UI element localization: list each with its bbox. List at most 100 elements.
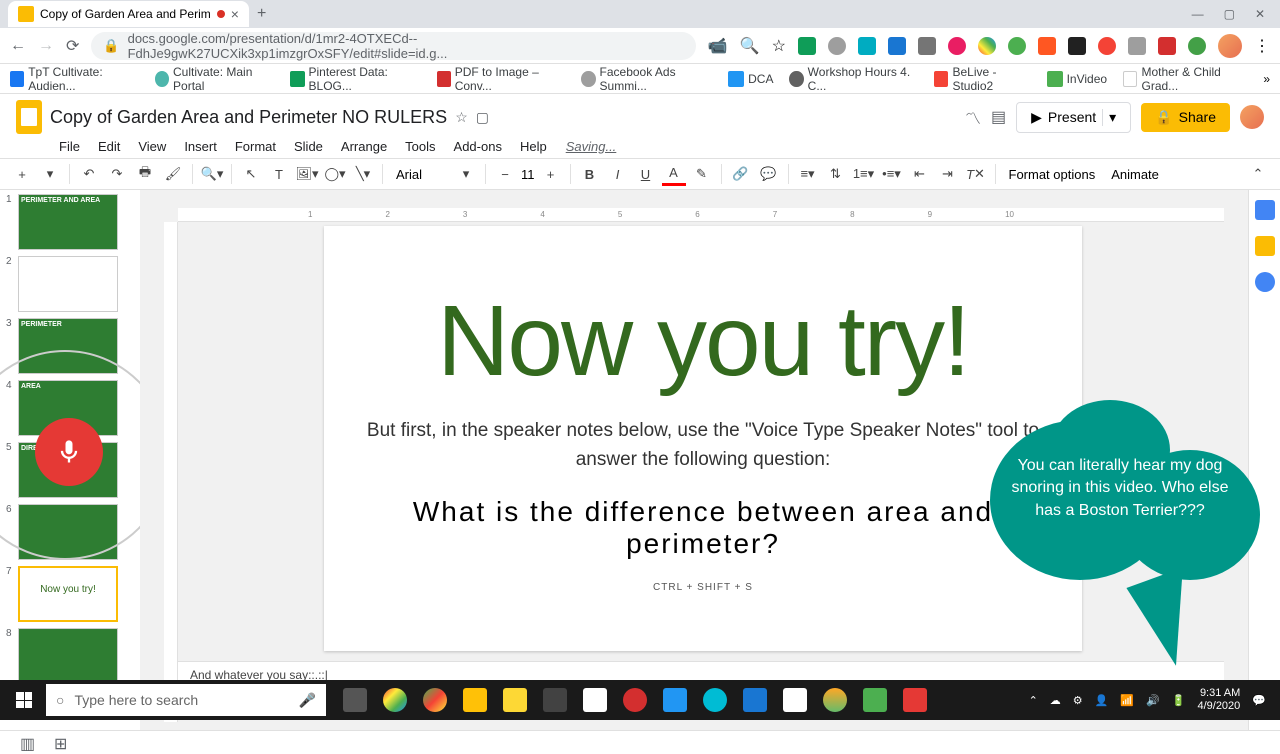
minimize-icon[interactable]: — xyxy=(1192,7,1204,21)
profile-avatar[interactable] xyxy=(1218,34,1242,58)
taskbar-app[interactable] xyxy=(816,684,854,716)
close-window-icon[interactable]: ✕ xyxy=(1255,7,1265,21)
forward-icon[interactable]: → xyxy=(38,37,54,55)
battery-icon[interactable]: 🔋 xyxy=(1172,694,1186,707)
bullet-list-button[interactable]: •≡▾ xyxy=(880,162,904,186)
ext-icon[interactable] xyxy=(798,37,816,55)
bookmark-item[interactable]: Facebook Ads Summi... xyxy=(581,65,712,93)
bookmark-item[interactable]: Pinterest Data: BLOG... xyxy=(290,65,420,93)
new-tab-button[interactable]: + xyxy=(257,5,266,23)
comment-button[interactable]: 💬 xyxy=(757,162,781,186)
taskbar-app[interactable] xyxy=(416,684,454,716)
taskbar-app[interactable] xyxy=(776,684,814,716)
animate-button[interactable]: Animate xyxy=(1105,167,1165,182)
bookmark-item[interactable]: Mother & Child Grad... xyxy=(1123,65,1247,93)
browser-tab[interactable]: Copy of Garden Area and Perim × xyxy=(8,1,249,27)
bookmarks-overflow-icon[interactable]: » xyxy=(1263,72,1270,86)
taskbar-app[interactable] xyxy=(656,684,694,716)
menu-tools[interactable]: Tools xyxy=(398,137,442,156)
ext-icon[interactable] xyxy=(948,37,966,55)
notifications-icon[interactable]: 💬 xyxy=(1252,694,1266,707)
slide-thumb[interactable]: 6 xyxy=(6,504,134,560)
clock[interactable]: 9:31 AM 4/9/2020 xyxy=(1197,687,1240,713)
select-tool[interactable]: ↖ xyxy=(239,162,263,186)
chevron-down-icon[interactable]: ▾ xyxy=(454,162,478,186)
star-icon[interactable]: ☆ xyxy=(455,109,468,126)
text-color-button[interactable]: A xyxy=(662,162,686,186)
url-field[interactable]: 🔒 docs.google.com/presentation/d/1mr2-4O… xyxy=(91,32,695,60)
bookmark-item[interactable]: Cultivate: Main Portal xyxy=(155,65,274,93)
chevron-down-icon[interactable]: ▾ xyxy=(1102,109,1116,126)
ext-icon[interactable] xyxy=(1128,37,1146,55)
activity-icon[interactable]: 〽 xyxy=(965,105,981,129)
document-title[interactable]: Copy of Garden Area and Perimeter NO RUL… xyxy=(50,107,447,128)
taskbar-app[interactable] xyxy=(496,684,534,716)
menu-file[interactable]: File xyxy=(52,137,87,156)
tray-icon[interactable]: ⚙ xyxy=(1073,694,1083,707)
slide-thumb[interactable]: 8 xyxy=(6,628,134,684)
star-icon[interactable]: ☆ xyxy=(772,36,786,56)
volume-icon[interactable]: 🔊 xyxy=(1146,694,1160,707)
taskbar-search[interactable]: ○ Type here to search 🎤 xyxy=(46,684,326,716)
underline-button[interactable]: U xyxy=(634,162,658,186)
move-icon[interactable]: ▢ xyxy=(476,109,489,126)
ext-icon[interactable] xyxy=(1068,37,1086,55)
ext-icon[interactable] xyxy=(978,37,996,55)
taskbar-app[interactable] xyxy=(736,684,774,716)
ext-icon[interactable] xyxy=(828,37,846,55)
bookmark-item[interactable]: TpT Cultivate: Audien... xyxy=(10,65,139,93)
menu-format[interactable]: Format xyxy=(228,137,283,156)
font-size-increase[interactable]: + xyxy=(539,162,563,186)
zoom-icon[interactable]: 🔍 xyxy=(740,36,760,56)
reload-icon[interactable]: ⟳ xyxy=(66,36,79,56)
bookmark-item[interactable]: InVideo xyxy=(1047,71,1107,87)
taskbar-app[interactable] xyxy=(576,684,614,716)
ext-icon[interactable] xyxy=(1008,37,1026,55)
redo-button[interactable]: ↷ xyxy=(105,162,129,186)
slides-logo-icon[interactable] xyxy=(16,100,42,134)
share-button[interactable]: 🔒 Share xyxy=(1141,103,1230,132)
bookmark-item[interactable]: PDF to Image – Conv... xyxy=(437,65,566,93)
task-view-button[interactable] xyxy=(336,684,374,716)
ext-icon[interactable] xyxy=(918,37,936,55)
line-spacing-button[interactable]: ⇅ xyxy=(824,162,848,186)
ext-icon[interactable] xyxy=(858,37,876,55)
bold-button[interactable]: B xyxy=(578,162,602,186)
maximize-icon[interactable]: ▢ xyxy=(1224,7,1235,21)
filmstrip-view-icon[interactable]: ▥ xyxy=(20,734,34,748)
back-icon[interactable]: ← xyxy=(10,37,26,55)
tasks-icon[interactable] xyxy=(1255,272,1275,292)
voice-type-mic-button[interactable] xyxy=(35,418,103,486)
menu-edit[interactable]: Edit xyxy=(91,137,127,156)
ext-icon[interactable] xyxy=(1158,37,1176,55)
taskbar-app[interactable] xyxy=(856,684,894,716)
shape-button[interactable]: ◯▾ xyxy=(323,162,347,186)
people-icon[interactable]: 👤 xyxy=(1095,694,1109,707)
present-button[interactable]: ▶ Present ▾ xyxy=(1016,102,1131,133)
taskbar-app[interactable] xyxy=(376,684,414,716)
menu-insert[interactable]: Insert xyxy=(177,137,224,156)
mic-icon[interactable]: 🎤 xyxy=(299,692,316,709)
account-avatar[interactable] xyxy=(1240,105,1264,129)
line-button[interactable]: ╲▾ xyxy=(351,162,375,186)
menu-view[interactable]: View xyxy=(131,137,173,156)
ext-icon[interactable] xyxy=(888,37,906,55)
image-button[interactable]: 🖼▾ xyxy=(295,162,319,186)
chrome-menu-icon[interactable]: ⋮ xyxy=(1254,36,1270,56)
undo-button[interactable]: ↶ xyxy=(77,162,101,186)
zoom-button[interactable]: 🔍▾ xyxy=(200,162,224,186)
wifi-icon[interactable]: 📶 xyxy=(1120,694,1134,707)
taskbar-app[interactable] xyxy=(616,684,654,716)
ext-icon[interactable] xyxy=(1188,37,1206,55)
clear-format-button[interactable]: T✕ xyxy=(964,162,988,186)
slide-thumb[interactable]: 1PERIMETER AND AREA xyxy=(6,194,134,250)
comments-icon[interactable]: ▤ xyxy=(991,107,1006,127)
taskbar-app[interactable] xyxy=(456,684,494,716)
menu-arrange[interactable]: Arrange xyxy=(334,137,394,156)
collapse-toolbar-icon[interactable]: ⌃ xyxy=(1246,162,1270,186)
increase-indent-button[interactable]: ⇥ xyxy=(936,162,960,186)
bookmark-item[interactable]: Workshop Hours 4. C... xyxy=(789,65,918,93)
link-button[interactable]: 🔗 xyxy=(729,162,753,186)
grid-view-icon[interactable]: ⊞ xyxy=(54,734,68,748)
slide-panel[interactable]: 1PERIMETER AND AREA 2 3PERIMETER 4AREA 5… xyxy=(0,190,140,730)
